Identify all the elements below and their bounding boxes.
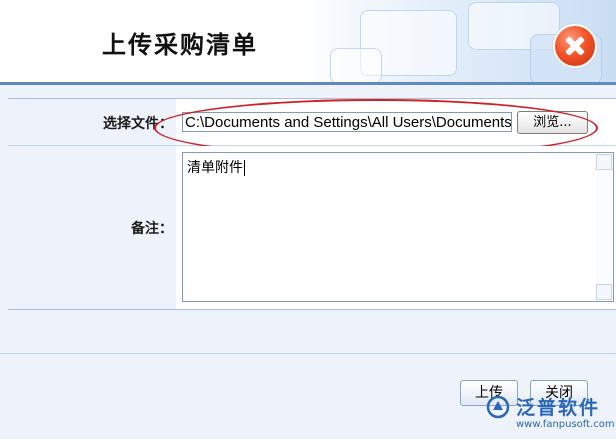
decoration-tile bbox=[330, 48, 382, 82]
remark-textarea[interactable]: 清单附件 bbox=[182, 152, 614, 302]
upload-form: 选择文件： C:\Documents and Settings\All User… bbox=[8, 98, 616, 310]
file-path-input[interactable]: C:\Documents and Settings\All Users\Docu… bbox=[182, 112, 512, 132]
dialog-body: 选择文件： C:\Documents and Settings\All User… bbox=[0, 85, 616, 439]
remark-value: 清单附件 bbox=[187, 160, 243, 176]
scroll-up-button[interactable] bbox=[596, 154, 612, 170]
dialog-header: 上传采购清单 bbox=[0, 0, 616, 82]
footer-divider bbox=[0, 353, 616, 354]
remark-label: 备注： bbox=[131, 221, 173, 237]
scrollbar-track[interactable] bbox=[596, 170, 612, 284]
file-row: 选择文件： C:\Documents and Settings\All User… bbox=[8, 99, 616, 157]
browse-button[interactable]: 浏览... bbox=[517, 111, 588, 134]
remark-text: 清单附件 bbox=[187, 157, 245, 177]
brand-watermark: 泛普软件 www.fanpusoft.com bbox=[486, 391, 616, 439]
file-label: 选择文件： bbox=[103, 116, 173, 132]
close-icon[interactable] bbox=[553, 24, 597, 68]
dialog-title: 上传采购清单 bbox=[102, 30, 258, 59]
brand-name: 泛普软件 bbox=[516, 397, 601, 419]
scroll-resize-handle[interactable] bbox=[596, 284, 612, 300]
text-caret bbox=[244, 160, 245, 176]
brand-url: www.fanpusoft.com bbox=[516, 419, 615, 430]
brand-logo-icon bbox=[486, 395, 510, 419]
remark-row: 备注： 清单附件 bbox=[8, 146, 616, 309]
file-field-cell: C:\Documents and Settings\All Users\Docu… bbox=[176, 99, 616, 145]
remark-field-cell: 清单附件 bbox=[176, 146, 616, 309]
